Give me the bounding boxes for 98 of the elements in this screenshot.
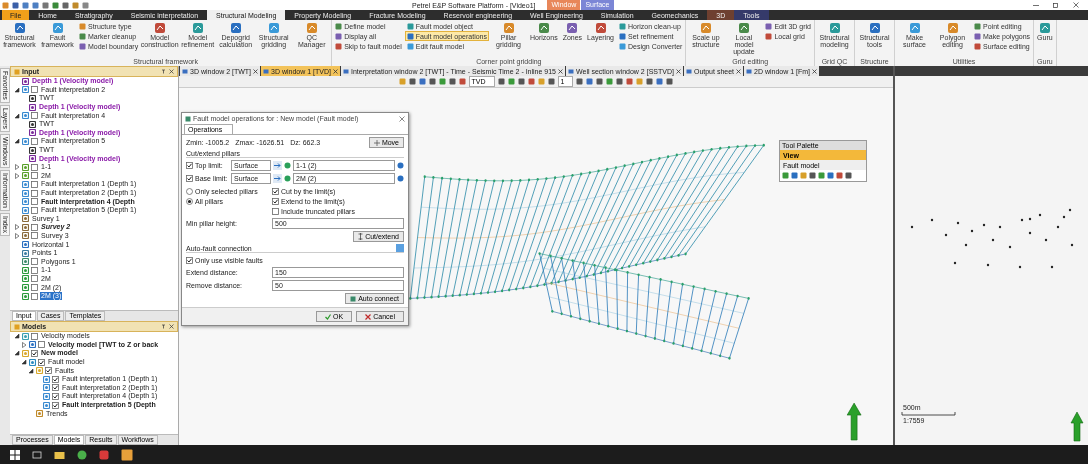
checkbox[interactable] — [38, 358, 45, 366]
wells-icon — [22, 241, 29, 249]
depth-domain-icon — [29, 103, 36, 111]
close-icon[interactable] — [1073, 2, 1079, 8]
time-domain-icon — [29, 120, 36, 128]
close-icon[interactable] — [169, 324, 174, 329]
close-icon — [253, 68, 259, 74]
fault-icon — [22, 137, 29, 145]
checkbox[interactable] — [31, 163, 38, 171]
polygon-icon — [22, 258, 29, 266]
scale-bar — [901, 411, 956, 416]
close-icon — [675, 68, 681, 74]
folder-icon[interactable] — [54, 449, 65, 460]
collapsed-arrow-icon[interactable] — [14, 233, 20, 239]
checkbox[interactable] — [31, 284, 38, 292]
insert-arrow-icon[interactable] — [273, 161, 282, 170]
checkbox[interactable] — [52, 392, 59, 400]
collapsed-arrow-icon[interactable] — [14, 224, 20, 231]
panel-icon — [14, 68, 20, 75]
fault-icon — [22, 112, 29, 120]
radio-button[interactable] — [186, 187, 193, 195]
pin-icon[interactable] — [161, 69, 166, 74]
trend-icon — [36, 410, 43, 418]
close-icon — [812, 68, 818, 74]
checkbox[interactable] — [186, 175, 193, 182]
collapsed-arrow-icon[interactable] — [14, 164, 20, 171]
app-icon — [2, 1, 9, 9]
app-icon[interactable] — [77, 449, 87, 460]
checkbox[interactable] — [31, 206, 38, 214]
expanded-arrow-icon[interactable] — [14, 333, 20, 340]
checkbox[interactable] — [52, 375, 59, 383]
cross-icon — [365, 313, 372, 320]
pin-icon[interactable] — [161, 324, 166, 329]
move-icon — [373, 139, 380, 146]
checkbox[interactable] — [31, 86, 38, 94]
expanded-arrow-icon[interactable] — [14, 112, 20, 119]
checkbox[interactable] — [31, 258, 38, 266]
expanded-arrow-icon[interactable] — [21, 359, 27, 366]
time-domain-icon — [29, 146, 36, 154]
cut-icon — [358, 233, 364, 240]
faults-folder-icon — [36, 367, 43, 375]
expanded-arrow-icon[interactable] — [28, 367, 34, 374]
minimize-icon[interactable] — [1033, 2, 1039, 8]
north-arrow-icon — [846, 402, 862, 441]
velocity-model-icon — [29, 341, 36, 349]
expanded-arrow-icon[interactable] — [14, 138, 20, 145]
north-arrow-icon — [1070, 411, 1084, 442]
checkbox[interactable] — [52, 401, 59, 409]
checkbox[interactable] — [31, 180, 38, 188]
close-icon — [558, 68, 563, 74]
checkbox[interactable] — [31, 112, 38, 120]
checkbox[interactable] — [31, 350, 38, 357]
close-icon — [333, 68, 338, 74]
checkbox[interactable] — [31, 275, 38, 283]
model-icon — [22, 350, 29, 357]
folder-icon — [22, 332, 29, 340]
checkbox[interactable] — [31, 266, 38, 274]
close-icon — [736, 68, 742, 74]
checkbox[interactable] — [38, 341, 45, 349]
expanded-arrow-icon[interactable] — [14, 350, 20, 357]
app-icon[interactable] — [121, 448, 133, 461]
checkbox[interactable] — [31, 172, 38, 180]
depth-domain-icon — [29, 155, 36, 163]
checkbox[interactable] — [31, 292, 38, 300]
depth-domain-icon — [22, 77, 29, 85]
collapsed-arrow-icon[interactable] — [14, 172, 20, 179]
dialog-icon — [185, 115, 191, 122]
fault-model-icon — [29, 358, 36, 366]
expanded-arrow-icon[interactable] — [14, 86, 20, 93]
checkbox[interactable] — [272, 187, 279, 195]
restore-icon[interactable] — [1053, 2, 1059, 8]
checkbox[interactable] — [31, 198, 38, 206]
insert-arrow-icon[interactable] — [273, 174, 282, 183]
checkbox[interactable] — [31, 189, 38, 197]
checkbox[interactable] — [272, 197, 279, 205]
task-view-icon[interactable] — [32, 449, 42, 460]
checkbox[interactable] — [52, 384, 59, 392]
depth-domain-icon — [29, 129, 36, 137]
time-domain-icon — [29, 95, 36, 102]
checkbox[interactable] — [186, 162, 193, 169]
windows-start-icon[interactable] — [10, 449, 20, 460]
checkbox[interactable] — [186, 256, 193, 264]
checkbox[interactable] — [272, 207, 279, 215]
checkbox[interactable] — [45, 367, 52, 375]
fault-icon — [22, 86, 29, 94]
points-icon — [22, 249, 29, 257]
check-icon — [325, 313, 332, 320]
close-icon[interactable] — [399, 115, 405, 122]
radio-button[interactable] — [186, 197, 193, 205]
checkbox[interactable] — [31, 332, 38, 340]
close-icon[interactable] — [169, 69, 174, 74]
connect-icon — [350, 295, 357, 302]
checkbox[interactable] — [31, 232, 38, 240]
app-icon[interactable] — [99, 449, 109, 460]
collapsed-arrow-icon[interactable] — [21, 341, 27, 348]
checkbox[interactable] — [31, 137, 38, 145]
checkbox[interactable] — [31, 223, 38, 231]
panel-icon — [14, 323, 20, 330]
